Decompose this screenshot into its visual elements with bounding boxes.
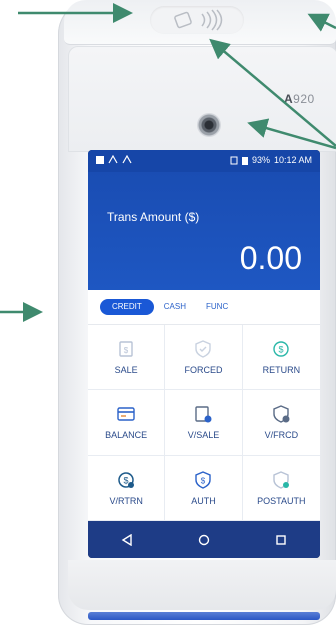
callout-arrow-top-right <box>307 13 336 32</box>
callout-arrows <box>0 3 336 322</box>
